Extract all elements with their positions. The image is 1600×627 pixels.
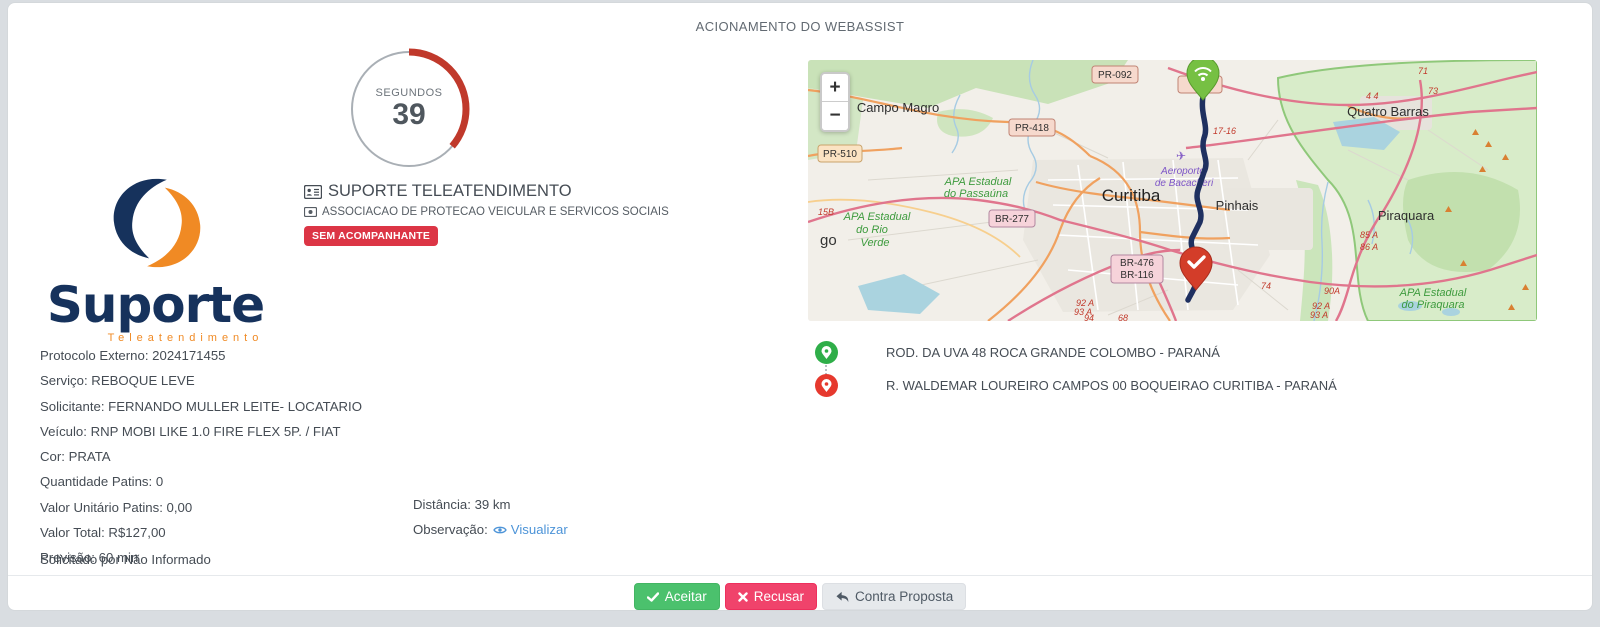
logo-wordmark: Suporte <box>46 276 265 334</box>
shield-pr510: PR-510 <box>823 149 857 160</box>
detail-service: Serviço: REBOQUE LEVE <box>40 373 195 389</box>
city-curitiba: Curitiba <box>1102 186 1161 205</box>
park-passauna-line2: do Passaúna <box>944 188 1008 200</box>
park-piraquara-line1: APA Estadual <box>1399 287 1467 299</box>
provider-association: ASSOCIACAO DE PROTECAO VEICULAR E SERVIC… <box>322 206 669 218</box>
city-partial-west: go <box>820 232 837 249</box>
webassist-dialog-card: ACIONAMENTO DO WEBASSIST SEGUNDOS 39 Sup… <box>7 2 1593 611</box>
page-title: ACIONAMENTO DO WEBASSIST <box>695 19 905 34</box>
eye-icon <box>493 526 507 534</box>
origin-address: ROD. DA UVA 48 ROCA GRANDE COLOMBO - PAR… <box>886 345 1220 360</box>
shield-br116: BR-116 <box>1120 270 1154 281</box>
destination-pin-icon <box>815 374 838 397</box>
airplane-icon: ✈ <box>1176 149 1186 163</box>
park-passauna-line1: APA Estadual <box>944 176 1012 188</box>
origin-address-row: ROD. DA UVA 48 ROCA GRANDE COLOMBO - PAR… <box>815 341 1220 364</box>
observation-visualize-link[interactable]: Visualizar <box>493 517 568 542</box>
road-number-68: 68 <box>1118 313 1128 321</box>
accept-button[interactable]: Aceitar <box>633 583 720 610</box>
route-map[interactable]: 17-16 71 73 4 4 74 85 A 86 A 90A 92 A 93… <box>808 60 1537 321</box>
x-icon <box>738 591 748 602</box>
check-icon <box>646 591 659 602</box>
shield-br277: BR-277 <box>995 214 1029 225</box>
road-number-94: 94 <box>1084 313 1094 321</box>
road-number-86a: 86 A <box>1360 242 1378 252</box>
park-piraquara-line2: do Piraquara <box>1402 299 1465 311</box>
detail-color: Cor: PRATA <box>40 449 111 465</box>
road-number-15b: 15B <box>818 207 834 217</box>
airport-label-line1: Aeroporto <box>1160 166 1205 177</box>
observation-label: Observação: <box>413 522 488 538</box>
distance-row: Distância: 39 km <box>413 497 511 512</box>
counter-proposal-button[interactable]: Contra Proposta <box>822 583 967 610</box>
detail-requester: Solicitante: FERNANDO MULLER LEITE- LOCA… <box>40 398 362 414</box>
id-card-icon <box>304 184 322 199</box>
road-number-93a: 93 A <box>1310 310 1328 320</box>
road-number-71: 71 <box>1418 66 1428 76</box>
provider-block: SUPORTE TELEATENDIMENTO ASSOCIACAO DE PR… <box>304 182 669 246</box>
observation-row: Observação: Visualizar <box>413 517 568 542</box>
solicited-by: Solicitado por Não Informado <box>40 552 211 567</box>
logo-swirl-icon <box>113 178 200 268</box>
map-zoom-out-button[interactable]: − <box>822 102 848 130</box>
park-rioverde-line3: Verde <box>861 237 890 249</box>
association-icon <box>304 207 317 217</box>
city-campo-magro: Campo Magro <box>857 100 939 115</box>
detail-total-value: Valor Total: R$127,00 <box>40 525 166 541</box>
timer-seconds-value: 39 <box>392 98 426 132</box>
reply-arrow-icon <box>836 591 849 602</box>
shield-pr092: PR-092 <box>1098 70 1132 81</box>
company-logo: Suporte Teleatendimento <box>38 173 273 344</box>
road-number-90a: 90A <box>1324 286 1340 296</box>
origin-pin-icon <box>815 341 838 364</box>
detail-protocol: Protocolo Externo: 2024171455 <box>40 348 226 363</box>
map-canvas: 17-16 71 73 4 4 74 85 A 86 A 90A 92 A 93… <box>808 60 1537 321</box>
city-pinhais: Pinhais <box>1216 198 1259 213</box>
no-companion-badge: SEM ACOMPANHANTE <box>304 226 439 246</box>
service-details: Protocolo Externo: 2024171455 Serviço: R… <box>40 343 362 571</box>
road-number-85a: 85 A <box>1360 230 1378 240</box>
countdown-timer: SEGUNDOS 39 <box>347 47 471 171</box>
destination-address-row: R. WALDEMAR LOUREIRO CAMPOS 00 BOQUEIRAO… <box>815 374 1337 397</box>
city-piraquara: Piraquara <box>1378 208 1435 223</box>
action-bar: Aceitar Recusar Contra Proposta <box>8 583 1592 610</box>
park-rioverde-line2: do Rio <box>856 224 888 236</box>
airport-label-line2: de Bacacheri <box>1155 178 1214 189</box>
shield-pr418: PR-418 <box>1015 123 1049 134</box>
road-number-74: 74 <box>1261 281 1271 291</box>
detail-skate-unit-value: Valor Unitário Patins: 0,00 <box>40 499 193 515</box>
park-rioverde-line1: APA Estadual <box>843 211 911 223</box>
road-number-17-16: 17-16 <box>1213 126 1236 136</box>
destination-address: R. WALDEMAR LOUREIRO CAMPOS 00 BOQUEIRAO… <box>886 378 1337 393</box>
city-quatro-barras: Quatro Barras <box>1347 104 1429 119</box>
detail-vehicle: Veículo: RNP MOBI LIKE 1.0 FIRE FLEX 5P.… <box>40 423 341 439</box>
shield-br476: BR-476 <box>1120 258 1154 269</box>
road-number-44: 4 4 <box>1366 91 1379 101</box>
road-number-73: 73 <box>1428 86 1438 96</box>
metrics-block: Distância: 39 km Observação: Visualizar <box>413 492 568 543</box>
map-zoom-in-button[interactable]: + <box>822 74 848 102</box>
footer-divider <box>8 575 1592 576</box>
refuse-button[interactable]: Recusar <box>724 583 817 610</box>
provider-name: SUPORTE TELEATENDIMENTO <box>328 182 572 200</box>
detail-skate-qty: Quantidade Patins: 0 <box>40 474 164 490</box>
map-zoom-control: + − <box>820 72 850 132</box>
